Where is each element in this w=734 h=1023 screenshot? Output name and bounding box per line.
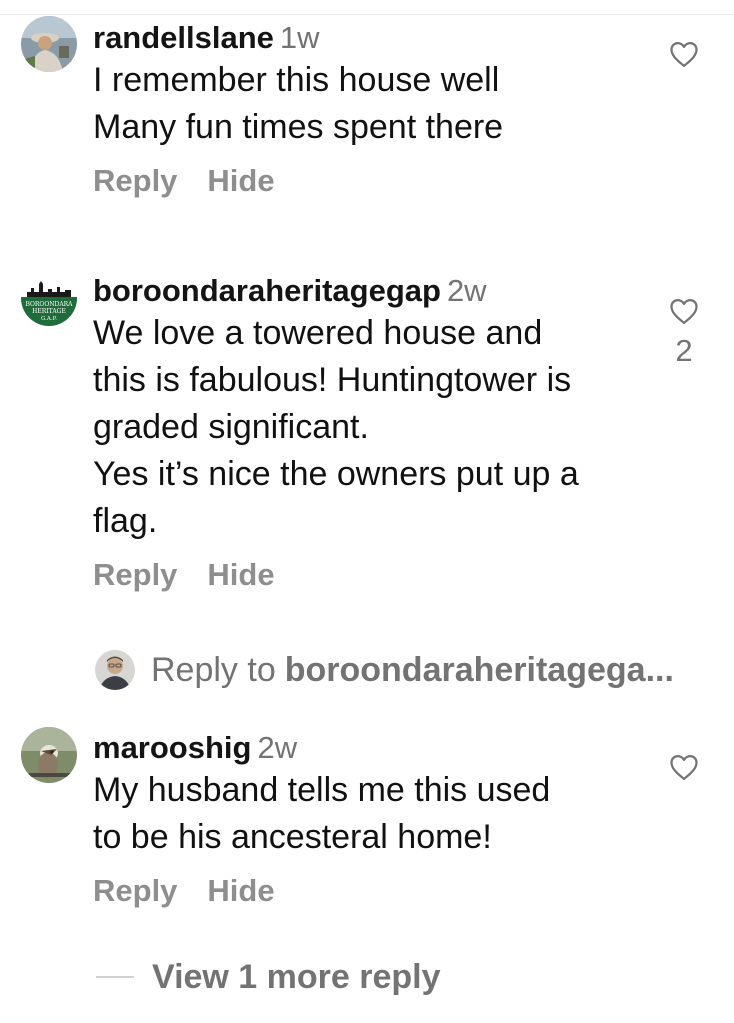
reply-button[interactable]: Reply [93,871,177,911]
hide-button[interactable]: Hide [207,871,274,911]
top-divider [0,14,734,15]
comment-text-line: graded significant. [93,408,369,446]
avatar[interactable]: BOROONDARA HERITAGE G.A.P. [21,270,77,326]
comment-text-line: My husband tells me this used [93,771,551,809]
comment-actions: Reply Hide [93,871,653,911]
hide-button[interactable]: Hide [207,161,274,201]
current-user-avatar [95,650,135,690]
heart-outline-icon [670,42,698,67]
comment-header: marooshig 2w [93,729,653,767]
like-button[interactable] [668,40,700,68]
avatar[interactable] [21,16,77,72]
avatar-text: HERITAGE [32,308,66,315]
view-more-replies-label: View 1 more reply [152,957,441,996]
comment-actions: Reply Hide [93,161,653,201]
avatar-text: BOROONDARA [25,301,73,308]
username[interactable]: boroondaraheritagegap [93,273,441,308]
comment-text-line: this is fabulous! Huntingtower is [93,361,572,399]
hide-button[interactable]: Hide [207,555,274,595]
comment-text-line: Yes it’s nice the owners put up a [93,455,579,493]
comment-text-line: We love a towered house and [93,314,543,352]
timestamp: 1w [279,20,320,55]
timestamp: 2w [446,273,487,308]
reply-to-target: boroondaraheritagega... [284,650,674,689]
view-more-replies-button[interactable]: View 1 more reply [96,955,441,999]
username[interactable]: marooshig [93,730,251,765]
like-button[interactable] [668,753,700,781]
comment-text-line: Many fun times spent there [93,108,504,146]
comment-header: randellslane 1w [93,19,653,57]
comment-text-line: I remember this house well [93,61,500,99]
like-count: 2 [675,333,693,368]
comment-actions: Reply Hide [93,555,653,595]
timestamp: 2w [257,730,298,765]
avatar-text: G.A.P. [41,316,57,322]
reply-button[interactable]: Reply [93,161,177,201]
reply-to-label: Reply to [151,650,276,689]
reply-to-bar[interactable]: Reply to boroondaraheritagega... [95,650,674,690]
reply-button[interactable]: Reply [93,555,177,595]
heart-outline-icon [670,299,698,324]
username[interactable]: randellslane [93,20,274,55]
divider-line [96,976,134,978]
comment-header: boroondaraheritagegap 2w [93,272,653,310]
comment-text-line: to be his ancesteral home! [93,818,492,856]
heart-outline-icon [670,755,698,780]
avatar[interactable] [21,727,77,783]
like-button[interactable]: 2 [668,297,700,369]
comment-text-line: flag. [93,502,158,540]
